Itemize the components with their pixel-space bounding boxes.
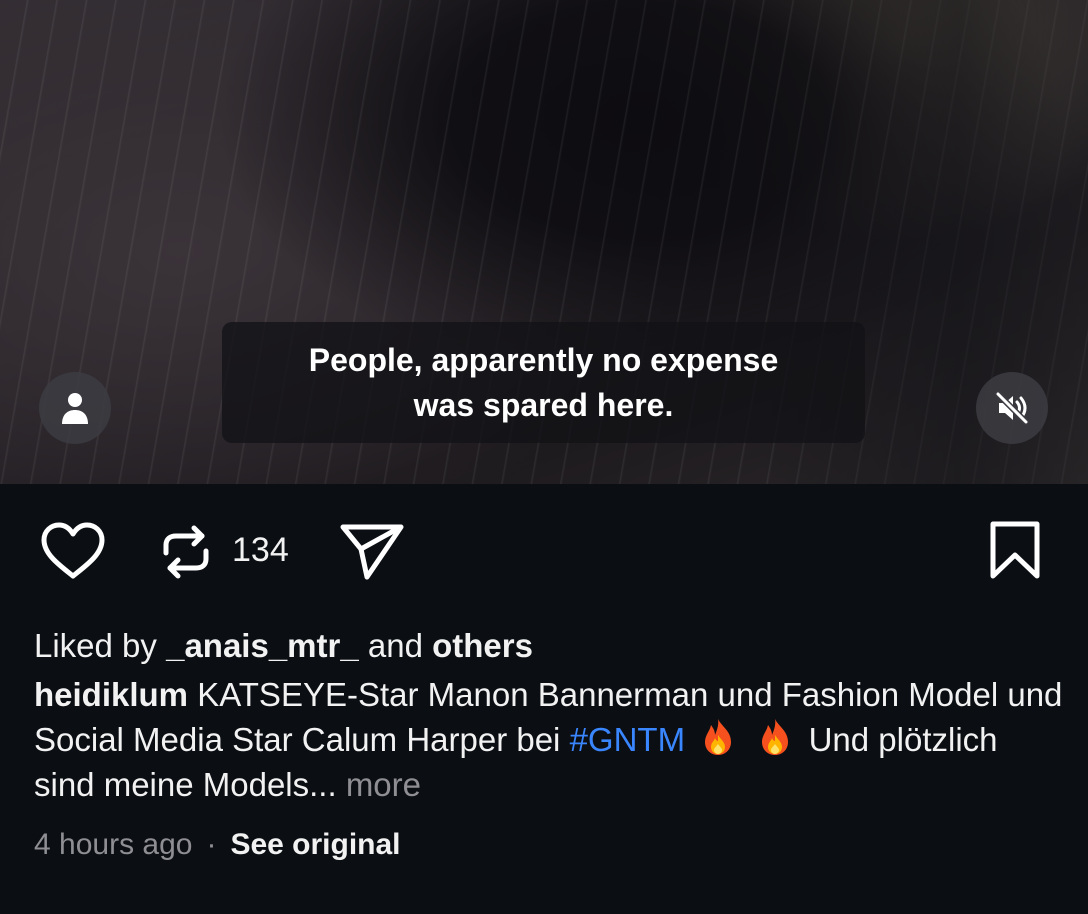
liked-by-others[interactable]: others: [432, 627, 533, 664]
post-username[interactable]: heidiklum: [34, 676, 188, 713]
post-caption: heidiklum KATSEYE-Star Manon Bannerman u…: [34, 672, 1064, 807]
fire-emoji: [705, 719, 732, 755]
like-button[interactable]: [38, 520, 108, 582]
liked-by-user[interactable]: _anais_mtr_: [166, 627, 359, 664]
repost-count[interactable]: 134: [232, 530, 289, 570]
video-subtitle-line-2: was spared here.: [413, 386, 674, 423]
liked-by-text[interactable]: Liked by _anais_mtr_ and others: [34, 624, 533, 668]
liked-by-and: and: [358, 627, 433, 664]
repost-button[interactable]: [156, 522, 216, 582]
send-icon: [340, 524, 404, 580]
mute-toggle-button[interactable]: [976, 372, 1048, 444]
speaker-muted-icon: [995, 391, 1029, 425]
meta-separator: ·: [206, 828, 217, 861]
save-button[interactable]: [986, 518, 1044, 582]
bookmark-icon: [990, 521, 1040, 579]
video-subtitle: People, apparently no expense was spared…: [222, 322, 865, 443]
hashtag-link[interactable]: #GNTM: [570, 721, 686, 758]
video-player[interactable]: People, apparently no expense was spared…: [0, 0, 1088, 484]
post-meta: 4 hours ago · See original: [34, 824, 401, 866]
person-icon: [62, 393, 88, 424]
more-link[interactable]: more: [346, 766, 421, 803]
post-timestamp: 4 hours ago: [34, 828, 193, 861]
fire-emoji: [762, 719, 789, 755]
tagged-people-button[interactable]: [39, 372, 111, 444]
heart-icon: [41, 522, 105, 579]
see-original-link[interactable]: See original: [230, 828, 400, 861]
liked-by-prefix: Liked by: [34, 627, 167, 664]
video-subtitle-line-1: People, apparently no expense: [308, 341, 779, 378]
share-button[interactable]: [338, 518, 406, 582]
repost-icon: [163, 525, 209, 579]
